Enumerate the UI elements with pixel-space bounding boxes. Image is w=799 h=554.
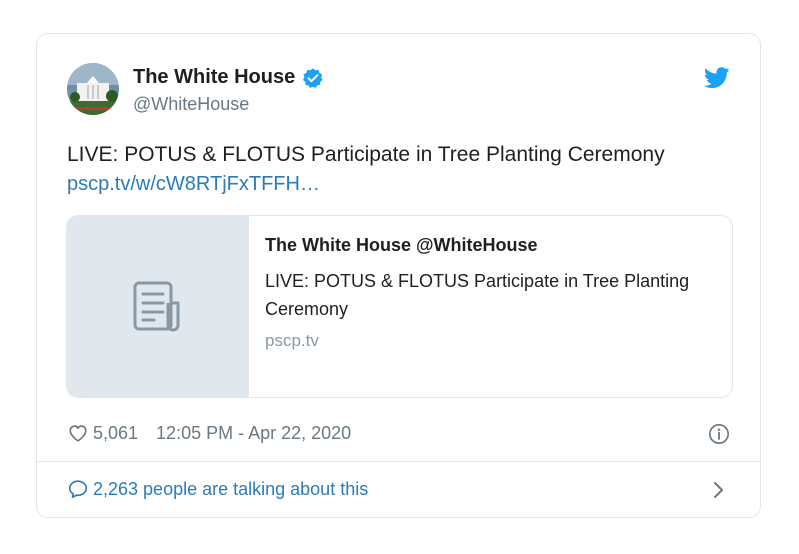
tweet-timestamp[interactable]: 12:05 PM - Apr 22, 2020 — [156, 423, 351, 444]
twitter-bird-icon[interactable] — [703, 67, 730, 89]
document-icon — [130, 279, 188, 337]
author-avatar[interactable] — [67, 63, 119, 115]
link-preview-card[interactable]: The White House @WhiteHouse LIVE: POTUS … — [66, 215, 733, 398]
tweet-link[interactable]: pscp.tv/w/cW8RTjFxTFFH… — [67, 173, 320, 196]
heart-icon[interactable] — [67, 422, 89, 444]
divider — [37, 461, 760, 462]
link-preview-thumbnail[interactable] — [67, 216, 249, 397]
speech-bubble-icon — [67, 478, 89, 500]
author-name-row[interactable]: The White House — [133, 66, 324, 89]
link-preview-domain: pscp.tv — [265, 331, 319, 350]
link-preview-title: The White House @WhiteHouse — [265, 235, 538, 255]
conversation-link[interactable]: 2,263 people are talking about this — [67, 478, 368, 500]
tweet-text: LIVE: POTUS & FLOTUS Participate in Tree… — [67, 143, 665, 166]
like-count[interactable]: 5,061 — [93, 423, 138, 444]
conversation-label[interactable]: 2,263 people are talking about this — [93, 479, 368, 500]
embedded-tweet-card: The White House @WhiteHouse LIVE: POTUS … — [36, 33, 761, 518]
link-preview-description: LIVE: POTUS & FLOTUS Participate in Tree… — [265, 271, 690, 319]
chevron-right-icon[interactable] — [712, 480, 726, 500]
tweet-meta: 5,061 12:05 PM - Apr 22, 2020 — [67, 422, 351, 444]
author-handle[interactable]: @WhiteHouse — [133, 94, 249, 115]
author-name[interactable]: The White House — [133, 66, 295, 89]
info-icon[interactable] — [708, 423, 730, 445]
verified-badge-icon — [302, 67, 324, 89]
